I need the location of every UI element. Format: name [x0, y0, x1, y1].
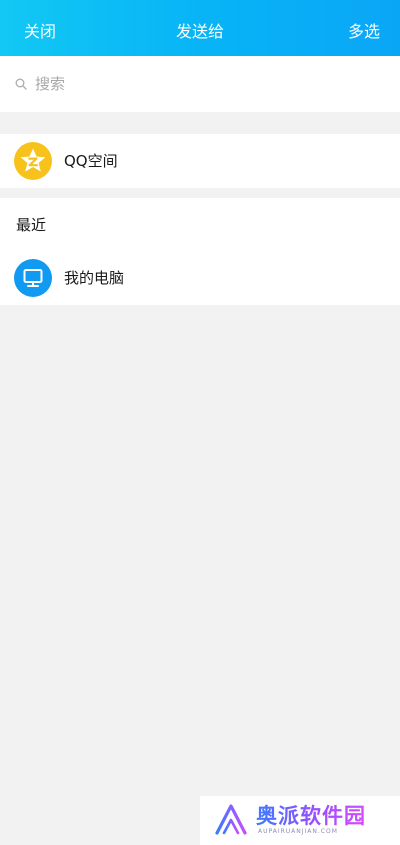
computer-icon — [23, 269, 43, 287]
avatar — [14, 259, 52, 297]
qzone-star-icon — [20, 148, 46, 172]
top-bar: 关闭 发送给 多选 — [0, 0, 400, 56]
watermark-brand: 奥派软件园 — [256, 800, 366, 830]
aupai-logo-icon — [215, 804, 247, 835]
search-placeholder: 搜索 — [35, 75, 66, 93]
page-title: 发送给 — [175, 22, 224, 41]
my-computer-label: 我的电脑 — [64, 269, 125, 287]
section-header-recent: 最近 — [16, 216, 47, 234]
list-item-my-computer[interactable]: 我的电脑 — [0, 252, 400, 305]
watermark-url: AUPAIRUANJIAN.COM — [258, 828, 338, 835]
recent-section: 最近 我的电脑 — [0, 198, 400, 305]
qzone-label: QQ空间 — [64, 152, 118, 170]
list-item-qzone[interactable]: QQ空间 — [0, 134, 400, 188]
search-input[interactable]: 搜索 — [0, 56, 400, 112]
watermark: 奥派软件园 AUPAIRUANJIAN.COM — [200, 796, 400, 845]
search-icon — [15, 78, 27, 90]
avatar — [14, 142, 52, 180]
multi-select-button[interactable]: 多选 — [348, 0, 380, 56]
